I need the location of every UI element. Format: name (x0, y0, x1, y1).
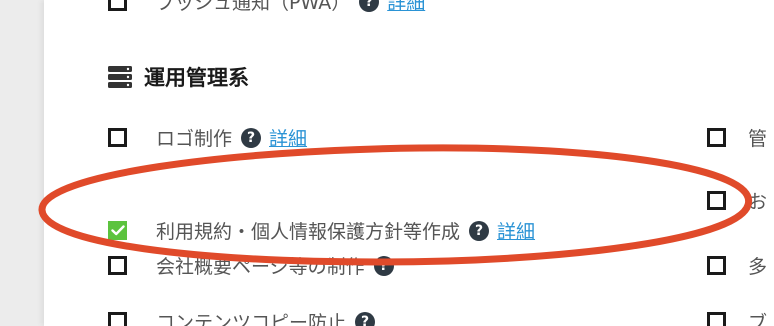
option-row-terms-privacy[interactable]: 利用規約・個人情報保護方針等作成 ? 詳細 (108, 217, 535, 244)
checkbox-terms-privacy[interactable] (108, 221, 127, 240)
option-row-right-3[interactable]: 多 (707, 252, 767, 279)
option-label: プッシュ通知（PWA） (156, 0, 351, 14)
checkbox-right-3[interactable] (707, 256, 726, 275)
checkbox-right-4[interactable] (707, 312, 726, 326)
options-panel: プッシュ通知（PWA） ? 詳細 運用管理系 ロゴ制作 ? 詳細 利用規約・個人… (44, 0, 774, 326)
checkbox-copy-protection[interactable] (108, 312, 127, 326)
option-row-right-1[interactable]: 管 (707, 124, 767, 151)
checkbox-logo[interactable] (108, 128, 127, 147)
option-row-copy-protection[interactable]: コンテンツコピー防止 ? (108, 308, 376, 326)
detail-link[interactable]: 詳細 (269, 124, 307, 151)
option-row-push-notification[interactable]: プッシュ通知（PWA） ? 詳細 (108, 0, 425, 15)
option-label: ブ (748, 312, 768, 326)
option-row-right-4[interactable]: ブ (707, 308, 767, 326)
checkbox-right-2[interactable] (707, 191, 726, 210)
help-icon[interactable]: ? (355, 311, 376, 326)
section-title: 運用管理系 (144, 66, 249, 90)
server-icon (108, 66, 132, 88)
option-row-logo[interactable]: ロゴ制作 ? 詳細 (108, 124, 307, 151)
detail-link[interactable]: 詳細 (387, 0, 425, 15)
option-row-right-2[interactable]: お (707, 187, 767, 214)
detail-link[interactable]: 詳細 (497, 217, 535, 244)
help-icon[interactable]: ? (359, 0, 380, 12)
help-icon[interactable]: ? (241, 127, 262, 148)
option-label: 利用規約・個人情報保護方針等作成 (156, 221, 461, 243)
checkbox-company-profile[interactable] (108, 256, 127, 275)
option-label: 管 (748, 128, 768, 150)
option-label: 多 (748, 256, 768, 278)
checkmark-icon (110, 225, 125, 236)
option-row-company-profile[interactable]: 会社概要ページ等の制作 ? (108, 252, 394, 279)
option-label: お (748, 191, 768, 213)
checkbox-push-notification[interactable] (108, 0, 127, 11)
help-icon[interactable]: ? (373, 255, 394, 276)
section-header: 運用管理系 (108, 62, 249, 92)
option-label: ロゴ制作 (156, 128, 233, 150)
help-icon[interactable]: ? (469, 220, 490, 241)
option-label: コンテンツコピー防止 (156, 312, 347, 326)
option-label: 会社概要ページ等の制作 (156, 256, 365, 278)
checkbox-right-1[interactable] (707, 128, 726, 147)
